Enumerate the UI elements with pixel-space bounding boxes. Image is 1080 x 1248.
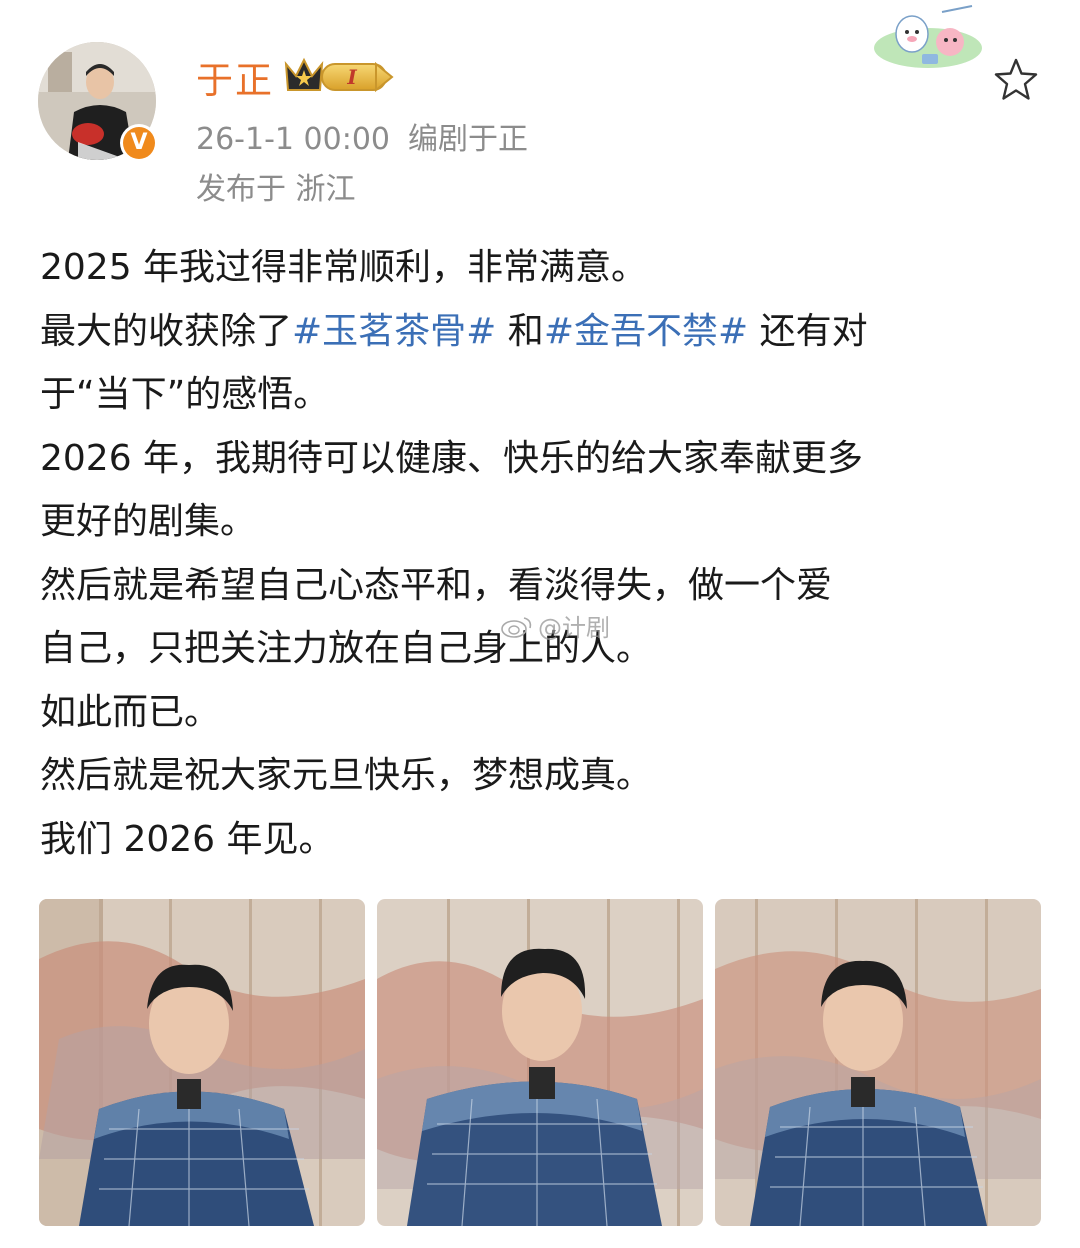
watermark: @计剧 [500,608,610,643]
post-photo-3[interactable] [715,899,1041,1226]
post-time[interactable]: 26-1-1 00:00 [196,122,390,157]
post-line: 于“当下”的感悟。 [40,374,330,415]
topic-link-yumingchagu[interactable]: #玉茗茶骨# [292,311,496,352]
post-text: 和 [496,310,544,352]
post-line: 我们 2026 年见。 [40,818,335,860]
post-line: 然后就是祝大家元旦快乐，梦想成真。 [40,755,653,796]
post-source: 编剧于正 [408,122,528,157]
post-line: 更好的剧集。 [40,501,257,542]
crown-level-badge[interactable]: I [284,56,394,96]
post-line: 最大的收获除了#玉茗茶骨# 和#金吾不禁# 还有对 [40,300,1040,364]
post-photo-1[interactable] [39,899,365,1226]
post-meta: 26-1-1 00:00 编剧于正 [196,114,528,158]
watermark-text: @计剧 [538,614,610,642]
post-location: 发布于 浙江 [196,172,356,207]
star-outline-icon[interactable] [992,56,1040,104]
verified-v-icon: V [120,124,158,162]
sticker-yeah [874,5,982,68]
post-line: 2025 年我过得非常顺利，非常满意。 [40,247,648,288]
level-badge-text: I [346,65,357,89]
author-name[interactable]: 于正 [196,50,274,104]
post-line: 如此而已。 [40,691,221,733]
post-text: 最大的收获除了 [40,310,293,352]
post-content: 2025 年我过得非常顺利，非常满意。 最大的收获除了#玉茗茶骨# 和#金吾不禁… [40,236,1040,871]
post-line: 2026 年，我期待可以健康、快乐的给大家奉献更多 [40,437,864,479]
verified-v-mark: V [123,127,155,159]
weibo-logo-icon [501,616,532,638]
topic-link-jinwubujin[interactable]: #金吾不禁# [544,311,748,352]
post-photo-2[interactable] [377,899,703,1226]
post-text: 还有对 [748,310,868,352]
weibo-post: V 于正 I 26-1-1 00:00 编剧于正 发布于 浙江 2025 年我过… [0,0,1080,1248]
